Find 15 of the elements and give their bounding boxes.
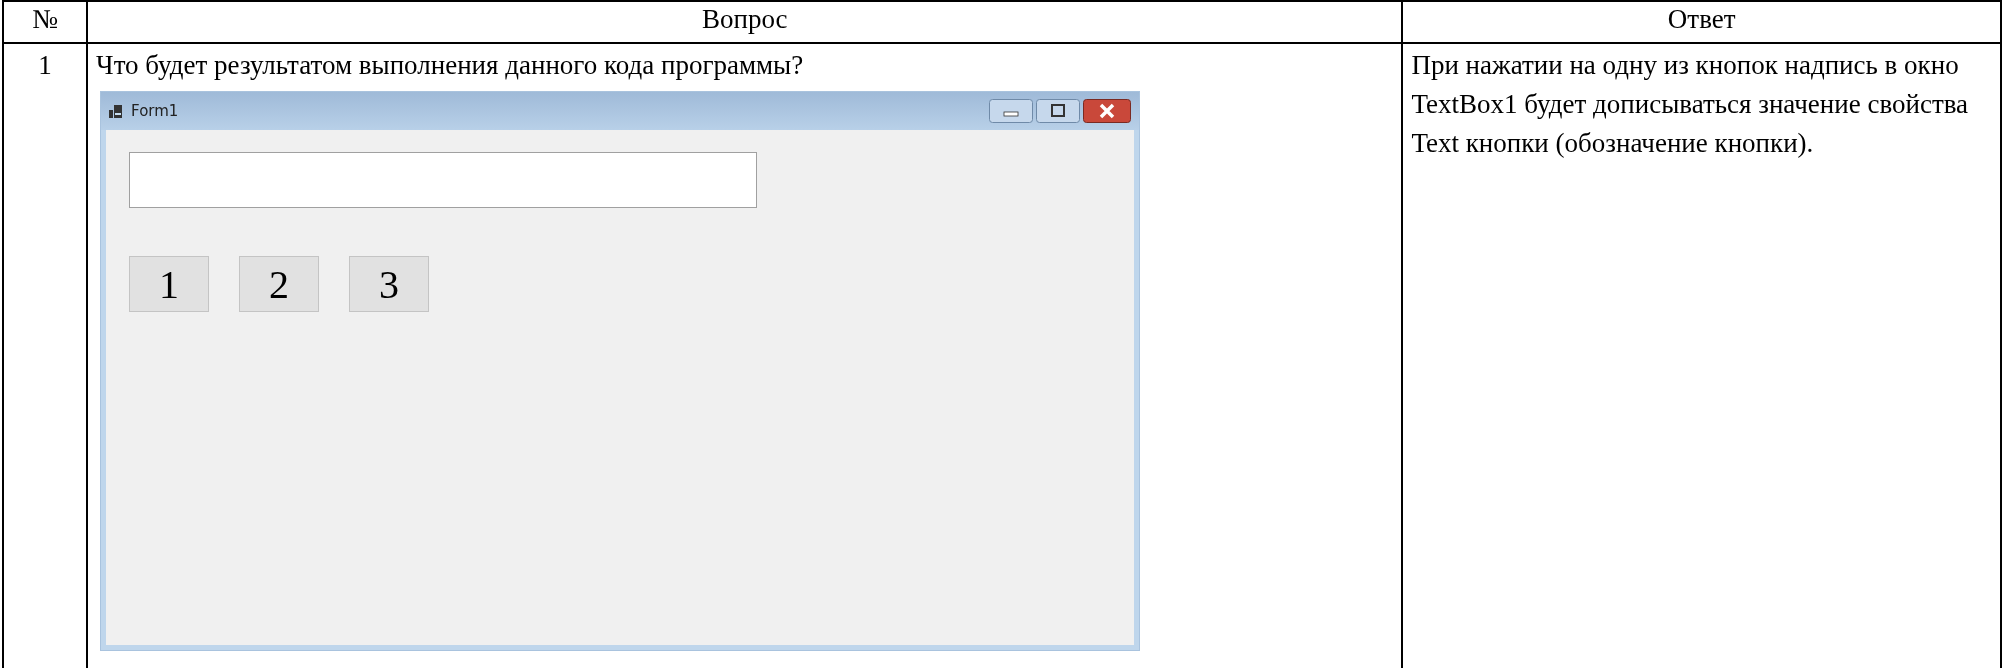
answer-text: При нажатии на одну из кнопок надпись в окно TextBox1 будет дописываться значение свойства Text кнопки (обозначение кнопки). xyxy=(1411,49,1970,161)
question-text: Что будет результатом выполнения данного кода программы? xyxy=(96,49,805,82)
app-icon xyxy=(109,104,124,119)
column-header: № xyxy=(3,1,88,43)
close-icon[interactable] xyxy=(1083,99,1132,124)
row-number: 1 xyxy=(38,50,52,80)
minimize-icon[interactable] xyxy=(989,99,1034,124)
text-box[interactable] xyxy=(129,152,758,209)
number-button[interactable]: 2 xyxy=(239,256,320,313)
number-button[interactable]: 1 xyxy=(129,256,210,313)
window-title: Form1 xyxy=(131,102,180,121)
number-button[interactable]: 3 xyxy=(349,256,430,313)
column-header: Ответ xyxy=(1402,1,2001,43)
maximize-icon[interactable] xyxy=(1036,99,1081,124)
column-header: Вопрос xyxy=(87,1,1403,43)
